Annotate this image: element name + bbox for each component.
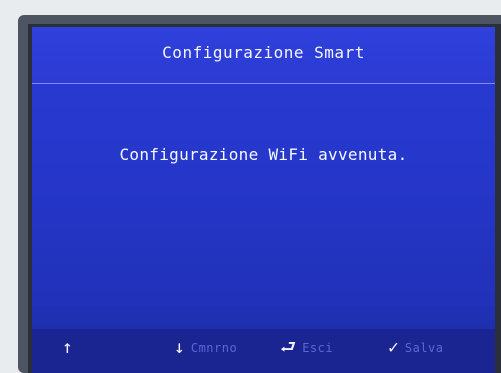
- save-key-label: Salva: [404, 341, 444, 355]
- screen-header: Configurazione Smart: [32, 27, 495, 84]
- screen-title: Configurazione Smart: [162, 43, 365, 62]
- arrow-up-icon: ↑: [62, 337, 73, 358]
- lcd-screen: Configurazione Smart Configurazione WiFi…: [32, 27, 495, 373]
- checkmark-icon: ✓: [388, 337, 399, 358]
- return-icon: ⮐: [280, 337, 297, 358]
- function-key-bar: ↑ ↓ Cmnrno ⮐ Esci ✓ Salva: [32, 329, 495, 373]
- exit-key-label: Esci: [302, 341, 334, 355]
- status-message: Configurazione WiFi avvenuta.: [119, 145, 408, 164]
- down-key[interactable]: ↓ Cmnrno: [174, 339, 237, 357]
- up-key[interactable]: ↑: [62, 339, 79, 357]
- down-key-label: Cmnrno: [190, 341, 238, 355]
- save-key[interactable]: ✓ Salva: [388, 339, 443, 357]
- exit-key[interactable]: ⮐ Esci: [280, 339, 333, 357]
- arrow-down-icon: ↓: [174, 337, 185, 358]
